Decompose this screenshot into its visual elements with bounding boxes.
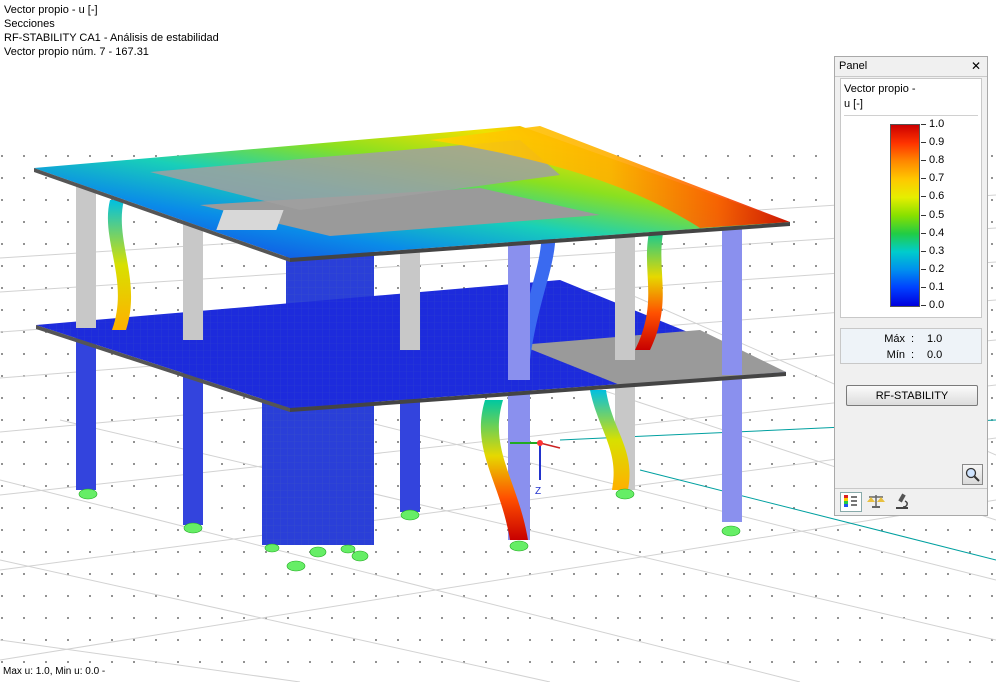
results-panel: Panel ✕ Vector propio - u [-] 1.0 0.9 0.8 0… <box>834 56 988 516</box>
eigenvector-label: Vector propio núm. 7 - 167.31 <box>4 46 149 58</box>
legend-tick <box>921 268 926 270</box>
result-label: Vector propio - <box>844 83 916 95</box>
display-mode-label: Secciones <box>4 18 55 30</box>
legend-tick <box>921 178 926 180</box>
legend-tick <box>921 232 926 234</box>
legend-tick <box>921 305 926 306</box>
axis-z-label: Z <box>535 486 541 497</box>
legend-tick <box>921 196 926 198</box>
result-unit-label: u [-] <box>844 98 863 110</box>
legend-tick <box>921 286 926 288</box>
legend-tick <box>921 124 926 125</box>
panel-title-bar[interactable]: Panel ✕ <box>835 57 987 77</box>
legend-tick <box>921 142 926 144</box>
legend-tick-label: 0.8 <box>929 154 945 167</box>
close-icon[interactable]: ✕ <box>969 57 983 76</box>
legend-tick-label: 0.0 <box>929 299 945 311</box>
legend-tick-label: 0.6 <box>929 190 945 203</box>
min-value: 0.0 <box>927 349 943 361</box>
microscope-icon[interactable] <box>892 492 914 512</box>
rf-stability-button[interactable]: RF-STABILITY <box>846 385 978 406</box>
panel-tabs <box>835 488 987 516</box>
max-label: Máx <box>884 333 905 345</box>
legend-tick-label: 0.4 <box>929 226 945 239</box>
zoom-icon[interactable] <box>962 464 983 485</box>
balance-icon[interactable] <box>866 492 888 512</box>
panel-title: Panel <box>839 60 868 72</box>
max-value: 1.0 <box>927 333 943 345</box>
legend-tick-label: 0.5 <box>929 208 945 221</box>
legend-tick-label: 0.7 <box>929 172 945 185</box>
legend-tick <box>921 160 926 162</box>
result-type-label: Vector propio - u [-] <box>4 4 98 16</box>
min-max-box: Máx : 1.0 Mín : 0.0 <box>840 328 982 364</box>
legend-tick-label: 0.2 <box>929 262 945 275</box>
load-case-label: RF-STABILITY CA1 - Análisis de estabilid… <box>4 32 219 44</box>
legend-tick <box>921 214 926 216</box>
color-legend: Vector propio - u [-] 1.0 0.9 0.8 0.7 0.6 0.5… <box>840 78 982 318</box>
legend-tick-label: 0.3 <box>929 244 945 257</box>
color-scale-icon[interactable] <box>840 492 862 512</box>
legend-tick-label: 0.1 <box>929 280 945 293</box>
legend-tick-label: 0.9 <box>929 136 945 149</box>
legend-separator <box>844 115 978 116</box>
min-label: Mín <box>886 349 905 361</box>
status-bar-text: Max u: 1.0, Min u: 0.0 - <box>3 666 106 677</box>
color-scale-bar <box>890 124 920 307</box>
legend-tick-label: 1.0 <box>929 118 945 130</box>
legend-tick <box>921 250 926 252</box>
